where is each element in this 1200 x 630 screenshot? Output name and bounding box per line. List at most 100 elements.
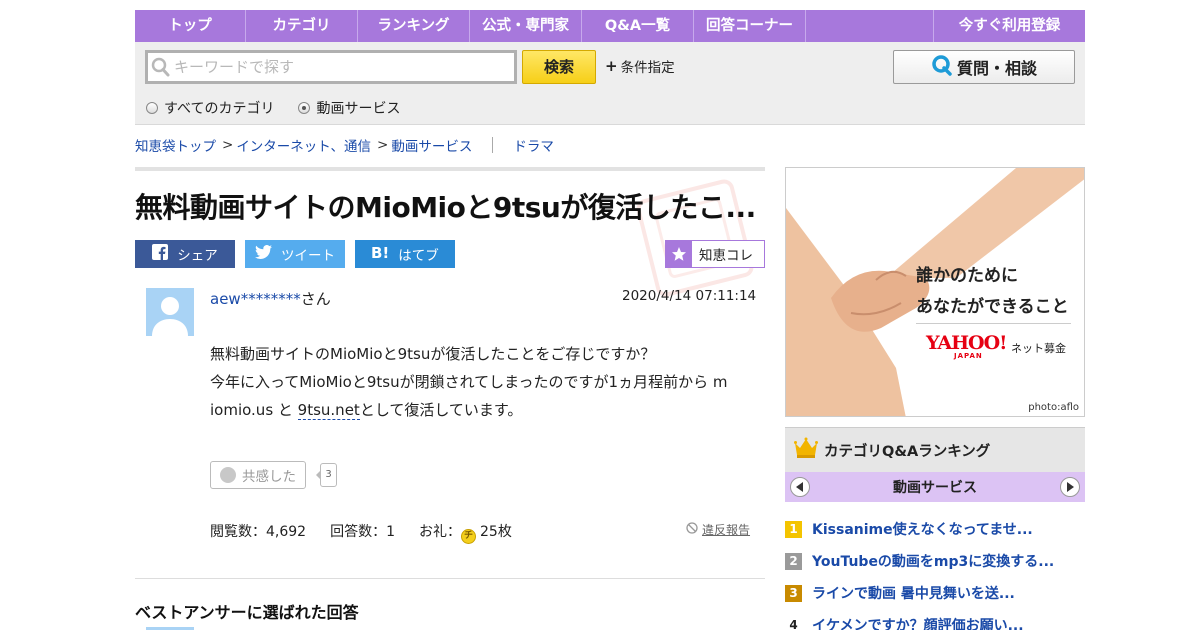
ad-divider bbox=[916, 323, 1071, 324]
question-body-line: 今年に入ってMioMioと9tsuが閉鎖されてしまったのですが1ヵ月程前から m bbox=[210, 373, 728, 391]
star-icon bbox=[666, 241, 692, 267]
ranking-list: 1 Kissanime使えなくなってませ... 2 YouTubeの動画をmp3… bbox=[785, 513, 1085, 630]
ranking-prev-button[interactable] bbox=[790, 477, 810, 497]
ad-photo-credit: photo:aflo bbox=[1028, 402, 1079, 413]
best-answer-heading: ベストアンサーに選ばれた回答 bbox=[135, 603, 359, 622]
global-nav: トップ カテゴリ ランキング 公式・専門家 Q&A一覧 回答コーナー 今すぐ利用… bbox=[135, 10, 1085, 42]
crown-icon bbox=[794, 437, 818, 463]
yahoo-logo-text: YAHOO! bbox=[926, 332, 1007, 354]
empathy-label: 共感した bbox=[242, 469, 296, 485]
ad-banner[interactable]: 誰かのために あなたができること YAHOO! JAPAN ネット募金 photo… bbox=[785, 167, 1085, 417]
share-facebook-label: シェア bbox=[177, 248, 218, 264]
breadcrumb-top[interactable]: 知恵袋トップ bbox=[135, 135, 216, 155]
section-divider bbox=[135, 578, 765, 579]
chie-coin-icon: チ bbox=[461, 529, 477, 544]
rank-number: 1 bbox=[785, 520, 802, 538]
triangle-left-icon bbox=[796, 482, 803, 492]
question-body: 無料動画サイトのMioMioと9tsuが復活したことをご存じですか？ 今年に入っ… bbox=[210, 340, 760, 424]
question-date: 2020/4/14 07:11:14 bbox=[622, 288, 757, 304]
yahoo-logo-sub: JAPAN bbox=[954, 352, 983, 360]
avatar[interactable] bbox=[146, 288, 194, 336]
list-item[interactable]: 1 Kissanime使えなくなってませ... bbox=[785, 513, 1085, 545]
radio-current-label: 動画サービス bbox=[316, 101, 401, 117]
rank-number: 2 bbox=[785, 552, 802, 570]
list-item[interactable]: 3 ラインで動画 暑中見舞いを送... bbox=[785, 577, 1085, 609]
question-title: 無料動画サイトのMioMioと9tsuが復活したこ... bbox=[135, 191, 756, 224]
triangle-right-icon bbox=[1067, 482, 1074, 492]
search-input[interactable] bbox=[174, 58, 504, 76]
list-item[interactable]: 4 イケメンですか？顔評価お願い... bbox=[785, 609, 1085, 630]
question-body-link[interactable]: 9tsu.net bbox=[297, 401, 360, 420]
view-count: 閲覧数：4,692 bbox=[210, 524, 307, 540]
ranking-category-bar: 動画サービス bbox=[785, 472, 1085, 502]
empathy-count: 3 bbox=[316, 463, 337, 487]
nav-answer-corner[interactable]: 回答コーナー bbox=[694, 10, 806, 42]
reward-value: 25枚 bbox=[480, 524, 512, 540]
question-stats: 閲覧数：4,692 回答数：1 お礼：チ 25枚 bbox=[210, 521, 512, 544]
ranking-header: カテゴリQ&Aランキング bbox=[785, 427, 1085, 472]
empathy-button[interactable]: 共感した bbox=[210, 461, 306, 489]
rank-title: イケメンですか？顔評価お願い... bbox=[812, 618, 1024, 630]
search-box bbox=[145, 50, 517, 84]
question-user: aew********さん bbox=[210, 288, 331, 309]
plus-icon: + bbox=[605, 57, 618, 75]
nav-spacer bbox=[806, 10, 934, 42]
reward: お礼：チ 25枚 bbox=[419, 521, 512, 544]
chie-collection-label: 知恵コレ bbox=[699, 248, 753, 264]
share-twitter-button[interactable]: ツイート bbox=[245, 240, 345, 268]
question-body-line: 無料動画サイトのMioMioと9tsuが復活したことをご存じですか？ bbox=[210, 345, 656, 363]
breadcrumb-video-service[interactable]: 動画サービス bbox=[391, 135, 472, 155]
share-twitter-label: ツイート bbox=[281, 248, 335, 264]
nav-register[interactable]: 今すぐ利用登録 bbox=[934, 10, 1085, 42]
report-violation-label: 違反報告 bbox=[702, 523, 751, 537]
nav-category[interactable]: カテゴリ bbox=[246, 10, 358, 42]
ranking-next-button[interactable] bbox=[1060, 477, 1080, 497]
chie-collection-button[interactable]: 知恵コレ bbox=[665, 240, 765, 268]
question-body-text: として復活しています。 bbox=[359, 401, 523, 419]
ask-question-button[interactable]: 質問・相談 bbox=[893, 50, 1075, 84]
question-top-rule bbox=[135, 167, 765, 171]
nav-official[interactable]: 公式・専門家 bbox=[470, 10, 582, 42]
ad-copy: あなたができること bbox=[916, 297, 1069, 317]
report-violation-link[interactable]: 違反報告 bbox=[686, 521, 750, 538]
rank-number: 4 bbox=[785, 616, 802, 630]
nav-ranking[interactable]: ランキング bbox=[358, 10, 470, 42]
share-facebook-button[interactable]: シェア bbox=[135, 240, 235, 268]
search-icon bbox=[148, 53, 174, 81]
rank-title: Kissanime使えなくなってませ... bbox=[812, 522, 1033, 538]
radio-current-category[interactable]: 動画サービス bbox=[298, 98, 400, 118]
share-hatena-button[interactable]: B! はてブ bbox=[355, 240, 455, 268]
question-body-text: iomio.us と bbox=[210, 401, 298, 419]
share-hatena-label: はてブ bbox=[398, 248, 439, 264]
breadcrumb-tag-drama[interactable]: ドラマ bbox=[513, 135, 554, 155]
search-area: 検索 + 条件指定 質問・相談 すべてのカテゴリ 動画サービス bbox=[135, 42, 1085, 125]
q-logo-icon bbox=[931, 54, 953, 80]
twitter-icon bbox=[255, 245, 272, 263]
ranking-category-label: 動画サービス bbox=[893, 480, 977, 496]
rank-title: ラインで動画 暑中見舞いを送... bbox=[812, 586, 1015, 602]
yahoo-logo: YAHOO! JAPAN bbox=[926, 332, 1007, 360]
ask-question-label: 質問・相談 bbox=[956, 59, 1037, 78]
radio-all-categories[interactable]: すべてのカテゴリ bbox=[146, 98, 274, 118]
breadcrumb-divider bbox=[492, 137, 494, 153]
breadcrumb-internet[interactable]: インターネット、通信 bbox=[236, 135, 371, 155]
breadcrumb-sep: > bbox=[377, 137, 389, 153]
search-button[interactable]: 検索 bbox=[522, 50, 596, 84]
list-item[interactable]: 2 YouTubeの動画をmp3に変換する... bbox=[785, 545, 1085, 577]
user-suffix: さん bbox=[300, 290, 331, 308]
nav-top[interactable]: トップ bbox=[135, 10, 246, 42]
smiley-face-icon bbox=[220, 467, 236, 483]
ad-copy: 誰かのために bbox=[916, 266, 1018, 286]
radio-on-icon bbox=[298, 102, 311, 114]
search-conditions-toggle[interactable]: + 条件指定 bbox=[605, 56, 675, 76]
search-scope: すべてのカテゴリ 動画サービス bbox=[146, 98, 400, 118]
breadcrumb-sep: > bbox=[222, 137, 234, 153]
question-body-line: iomio.us と 9tsu.netとして復活しています。 bbox=[210, 396, 760, 424]
facebook-icon bbox=[152, 244, 169, 264]
question-user-link[interactable]: aew******** bbox=[210, 290, 301, 308]
default-user-icon bbox=[152, 297, 188, 336]
breadcrumb: 知恵袋トップ > インターネット、通信 > 動画サービス ドラマ bbox=[135, 135, 554, 155]
radio-off-icon bbox=[146, 102, 158, 114]
reward-label: お礼： bbox=[419, 524, 462, 540]
nav-qa-list[interactable]: Q&A一覧 bbox=[582, 10, 694, 42]
